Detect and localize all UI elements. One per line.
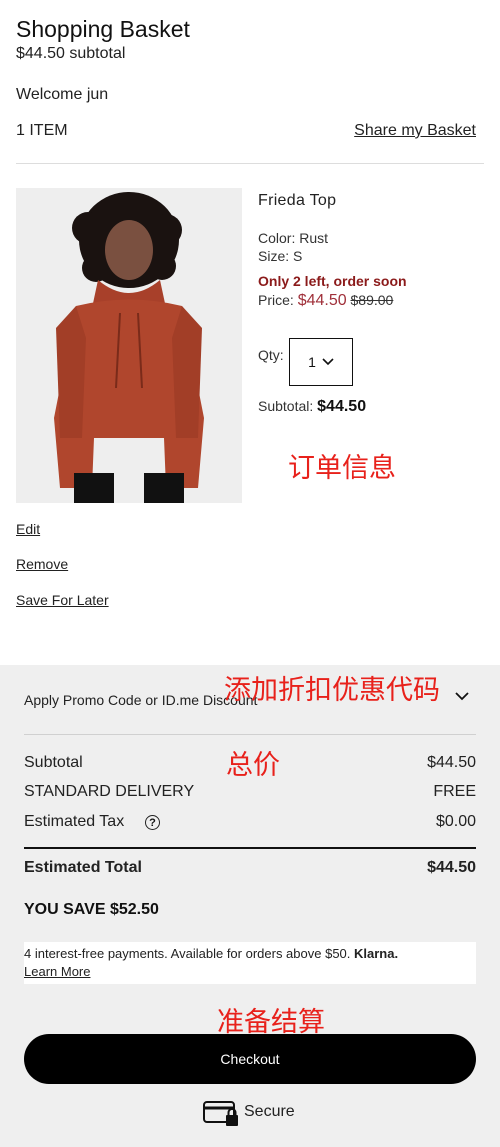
quantity-select[interactable]: 1 [289,338,353,386]
header-subtotal: $44.50 subtotal [16,45,126,62]
product-price: Price: $44.50 $89.00 [258,292,393,310]
learn-more-link[interactable]: Learn More [24,964,90,979]
edit-link[interactable]: Edit [16,521,40,537]
annotation-total: 总价 [226,750,280,781]
remove-link[interactable]: Remove [16,556,68,572]
delivery-value: FREE [433,783,476,800]
product-name[interactable]: Frieda Top [258,192,336,210]
header-divider [16,163,484,164]
welcome-message: Welcome jun [16,86,109,103]
secure-card-lock-icon [203,1101,238,1126]
klarna-text: 4 interest-free payments. Available for … [24,946,351,961]
item-subtotal: Subtotal: $44.50 [258,398,366,416]
total-divider [24,847,476,849]
item-subtotal-label: Subtotal: [258,398,314,414]
secure-label: Secure [244,1103,295,1120]
annotation-add-promo: 添加折扣优惠代码 [224,675,440,706]
item-count: 1 ITEM [16,122,68,139]
summary-divider [24,734,476,735]
delivery-label: STANDARD DELIVERY [24,783,195,800]
stock-notice: Only 2 left, order soon [258,273,407,289]
estimated-total-value: $44.50 [427,859,476,876]
you-save-label: YOU SAVE $52.50 [24,901,159,918]
chevron-down-icon[interactable] [455,691,469,701]
klarna-message: 4 interest-free payments. Available for … [24,942,476,984]
original-price: $89.00 [350,292,394,308]
checkout-button[interactable]: Checkout [24,1034,476,1084]
estimated-total-label: Estimated Total [24,859,142,876]
subtotal-value: $44.50 [427,754,476,771]
price-label: Price: [258,292,294,308]
product-color: Color: Rust [258,230,329,246]
qty-label: Qty: [258,347,284,363]
chevron-down-icon [322,358,334,366]
sale-price: $44.50 [297,292,347,309]
promo-code-toggle[interactable]: Apply Promo Code or ID.me Discount [24,692,257,708]
product-size: Size: S [258,248,303,264]
qty-value: 1 [308,354,316,370]
page-title: Shopping Basket [16,16,190,42]
tax-value: $0.00 [435,813,476,830]
subtotal-label: Subtotal [24,754,83,771]
share-basket-link[interactable]: Share my Basket [354,122,476,140]
save-for-later-link[interactable]: Save For Later [16,592,109,608]
klarna-brand: Klarna. [354,946,399,961]
item-subtotal-value: $44.50 [317,398,367,415]
tax-label: Estimated Tax [24,813,125,830]
product-image[interactable] [16,188,242,503]
product-photo-illustration [16,188,242,503]
annotation-order-info: 订单信息 [288,453,396,484]
help-icon[interactable]: ? [145,815,160,830]
